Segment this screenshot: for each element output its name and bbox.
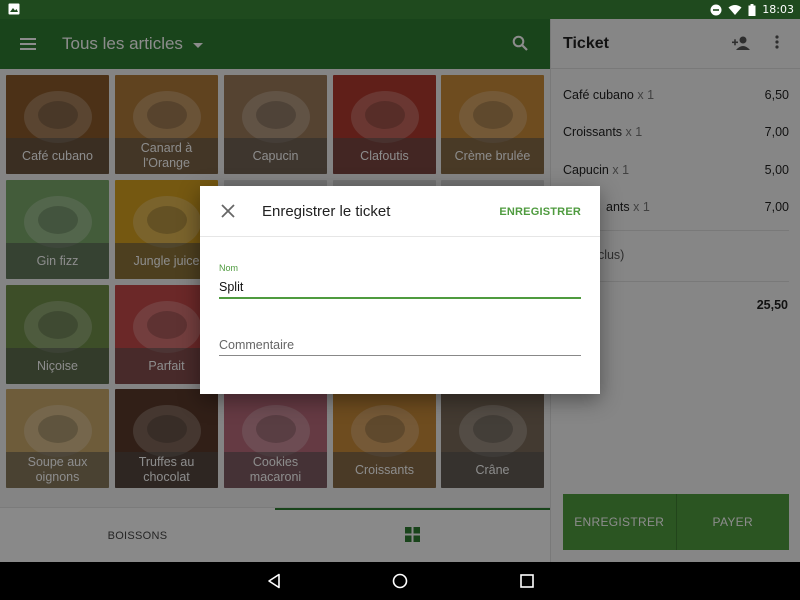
close-icon[interactable]: [221, 204, 235, 223]
gallery-notification-icon: [8, 3, 20, 15]
name-field-label: Nom: [219, 263, 239, 273]
home-icon[interactable]: [392, 573, 408, 594]
dialog-header: Enregistrer le ticket ENREGISTRER: [200, 186, 600, 237]
back-icon[interactable]: [267, 573, 281, 594]
status-bar: 18:03: [0, 0, 800, 19]
wifi-icon: [728, 4, 742, 16]
dialog-save-button[interactable]: ENREGISTRER: [499, 206, 581, 218]
dialog-title: Enregistrer le ticket: [262, 203, 391, 220]
recents-icon[interactable]: [520, 574, 534, 593]
do-not-disturb-icon: [710, 4, 722, 16]
save-ticket-dialog: Enregistrer le ticket ENREGISTRER Nom: [200, 186, 600, 394]
clock-text: 18:03: [762, 3, 794, 16]
system-navigation-bar: [0, 562, 800, 600]
name-field[interactable]: [219, 277, 581, 299]
comment-field[interactable]: [219, 334, 581, 356]
battery-icon: [748, 3, 756, 16]
